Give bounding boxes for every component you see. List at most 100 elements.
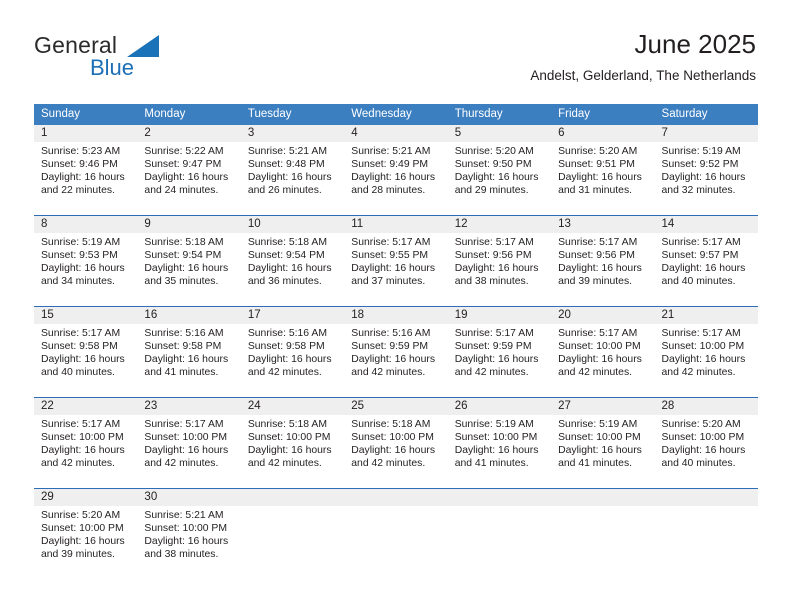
daylight-duration-line2: and 40 minutes. [661,275,736,287]
day-number: 3 [240,125,345,142]
weekday-header-wednesday: Wednesday [344,104,448,125]
calendar-week-row: 22 Sunrise: 5:17 AM Sunset: 10:00 PM Daylig… [34,397,758,484]
sunrise-sunset-calendar-table: Sunday Monday Tuesday Wednesday Thursday… [34,104,758,575]
sunset-time: Sunset: 9:46 PM [41,158,118,170]
calendar-week-row: 1 Sunrise: 5:23 AM Sunset: 9:46 PM Daylight… [34,125,758,211]
daylight-duration-line1: Daylight: 16 hours [351,171,436,183]
day-details: Sunrise: 5:23 AM Sunset: 9:46 PM Daylight:… [34,142,137,198]
calendar-day-cell[interactable]: 3 Sunrise: 5:21 AM Sunset: 9:48 PM Daylight… [240,125,345,211]
daylight-duration-line2: and 36 minutes. [247,275,322,287]
day-details: Sunrise: 5:17 AM Sunset: 9:56 PM Daylight:… [448,233,551,289]
logo-text-blue: Blue [90,55,135,80]
calendar-day-cell[interactable]: 22 Sunrise: 5:17 AM Sunset: 10:00 PM Daylig… [34,397,138,484]
calendar-day-cell[interactable]: 26 Sunrise: 5:19 AM Sunset: 10:00 PM Daylig… [447,397,552,484]
calendar-day-cell[interactable]: 1 Sunrise: 5:23 AM Sunset: 9:46 PM Daylight… [34,125,138,211]
calendar-day-cell[interactable]: 25 Sunrise: 5:18 AM Sunset: 10:00 PM Daylig… [344,397,448,484]
calendar-day-cell[interactable]: 23 Sunrise: 5:17 AM Sunset: 10:00 PM Daylig… [137,397,241,484]
sunset-time: Sunset: 9:47 PM [144,158,222,170]
day-details: Sunrise: 5:17 AM Sunset: 9:59 PM Daylight:… [448,324,551,380]
day-cell-inner: 25 Sunrise: 5:18 AM Sunset: 10:00 PM Daylig… [344,398,448,484]
daylight-duration-line2: and 26 minutes. [247,184,322,196]
sunrise-time: Sunrise: 5:18 AM [247,419,327,430]
calendar-empty-cell [447,488,552,575]
day-cell-inner: 7 Sunrise: 5:19 AM Sunset: 9:52 PM Daylight… [654,125,758,211]
general-blue-logo[interactable]: General Blue [34,32,214,84]
day-cell-inner: 5 Sunrise: 5:20 AM Sunset: 9:50 PM Daylight… [447,125,552,211]
calendar-day-cell[interactable]: 8 Sunrise: 5:19 AM Sunset: 9:53 PM Daylight… [34,215,138,302]
calendar-day-cell[interactable]: 21 Sunrise: 5:17 AM Sunset: 10:00 PM Daylig… [654,306,758,393]
calendar-day-cell[interactable]: 4 Sunrise: 5:21 AM Sunset: 9:49 PM Daylight… [344,125,448,211]
calendar-day-cell[interactable]: 12 Sunrise: 5:17 AM Sunset: 9:56 PM Dayligh… [447,215,552,302]
daylight-duration-line2: and 31 minutes. [558,184,633,196]
sunrise-time: Sunrise: 5:17 AM [454,237,534,248]
calendar-day-cell[interactable]: 19 Sunrise: 5:17 AM Sunset: 9:59 PM Dayligh… [447,306,552,393]
calendar-day-cell[interactable]: 28 Sunrise: 5:20 AM Sunset: 10:00 PM Daylig… [654,397,758,484]
daylight-duration-line2: and 41 minutes. [454,457,529,469]
calendar-day-cell[interactable]: 7 Sunrise: 5:19 AM Sunset: 9:52 PM Daylight… [654,125,758,211]
sunrise-time: Sunrise: 5:17 AM [661,328,741,339]
calendar-day-cell[interactable]: 10 Sunrise: 5:18 AM Sunset: 9:54 PM Dayligh… [240,215,345,302]
calendar-day-cell[interactable]: 20 Sunrise: 5:17 AM Sunset: 10:00 PM Daylig… [551,306,655,393]
day-details: Sunrise: 5:16 AM Sunset: 9:58 PM Daylight:… [137,324,240,380]
sunset-time: Sunset: 9:54 PM [247,249,325,261]
calendar-day-cell[interactable]: 16 Sunrise: 5:16 AM Sunset: 9:58 PM Dayligh… [137,306,241,393]
day-number: 17 [240,307,345,324]
sunrise-time: Sunrise: 5:21 AM [144,510,224,521]
day-number [240,489,345,506]
daylight-duration-line2: and 42 minutes. [41,457,115,469]
day-details: Sunrise: 5:17 AM Sunset: 10:00 PM Daylight… [137,415,240,471]
calendar-day-cell[interactable]: 2 Sunrise: 5:22 AM Sunset: 9:47 PM Daylight… [137,125,241,211]
day-number: 24 [240,398,345,415]
day-details: Sunrise: 5:17 AM Sunset: 9:56 PM Daylight:… [551,233,654,289]
day-cell-inner: 21 Sunrise: 5:17 AM Sunset: 10:00 PM Daylig… [654,307,758,393]
calendar-day-cell[interactable]: 15 Sunrise: 5:17 AM Sunset: 9:58 PM Dayligh… [34,306,138,393]
calendar-day-cell[interactable]: 29 Sunrise: 5:20 AM Sunset: 10:00 PM Daylig… [34,488,138,575]
daylight-duration-line1: Daylight: 16 hours [144,171,229,183]
day-details: Sunrise: 5:20 AM Sunset: 10:00 PM Daylight… [34,506,137,562]
sunrise-time: Sunrise: 5:21 AM [351,146,431,157]
sunset-time: Sunset: 10:00 PM [661,431,745,443]
day-cell-inner: 23 Sunrise: 5:17 AM Sunset: 10:00 PM Daylig… [137,398,241,484]
sunrise-time: Sunrise: 5:16 AM [351,328,431,339]
sunset-time: Sunset: 9:57 PM [661,249,739,261]
sunset-time: Sunset: 9:59 PM [454,340,532,352]
daylight-duration-line1: Daylight: 16 hours [351,262,436,274]
daylight-duration-line2: and 42 minutes. [144,457,219,469]
sunset-time: Sunset: 10:00 PM [144,522,228,534]
day-cell-inner: 16 Sunrise: 5:16 AM Sunset: 9:58 PM Dayligh… [137,307,241,393]
day-number: 1 [34,125,138,142]
sunset-time: Sunset: 9:48 PM [247,158,325,170]
calendar-day-cell[interactable]: 30 Sunrise: 5:21 AM Sunset: 10:00 PM Daylig… [137,488,241,575]
calendar-body: 1 Sunrise: 5:23 AM Sunset: 9:46 PM Daylight… [34,125,758,575]
day-details: Sunrise: 5:17 AM Sunset: 9:55 PM Daylight:… [344,233,447,289]
day-details: Sunrise: 5:20 AM Sunset: 10:00 PM Daylight… [655,415,758,471]
day-number: 12 [447,216,552,233]
sunset-time: Sunset: 10:00 PM [454,431,538,443]
day-cell-inner [551,489,655,575]
sunset-time: Sunset: 9:49 PM [351,158,429,170]
calendar-day-cell[interactable]: 24 Sunrise: 5:18 AM Sunset: 10:00 PM Daylig… [240,397,345,484]
sunset-time: Sunset: 10:00 PM [558,431,641,443]
weekday-header-saturday: Saturday [654,104,758,125]
sunrise-time: Sunrise: 5:18 AM [247,237,327,248]
sunset-time: Sunset: 10:00 PM [41,522,124,534]
sunset-time: Sunset: 9:56 PM [454,249,532,261]
calendar-header-row: Sunday Monday Tuesday Wednesday Thursday… [34,104,758,125]
calendar-empty-cell [240,488,345,575]
sunset-time: Sunset: 9:55 PM [351,249,429,261]
day-number: 23 [137,398,241,415]
calendar-day-cell[interactable]: 18 Sunrise: 5:16 AM Sunset: 9:59 PM Dayligh… [344,306,448,393]
calendar-day-cell[interactable]: 13 Sunrise: 5:17 AM Sunset: 9:56 PM Dayligh… [551,215,655,302]
calendar-day-cell[interactable]: 14 Sunrise: 5:17 AM Sunset: 9:57 PM Dayligh… [654,215,758,302]
day-details: Sunrise: 5:19 AM Sunset: 10:00 PM Daylight… [448,415,551,471]
sunrise-time: Sunrise: 5:17 AM [558,237,638,248]
calendar-day-cell[interactable]: 5 Sunrise: 5:20 AM Sunset: 9:50 PM Daylight… [447,125,552,211]
calendar-day-cell[interactable]: 11 Sunrise: 5:17 AM Sunset: 9:55 PM Dayligh… [344,215,448,302]
calendar-day-cell[interactable]: 9 Sunrise: 5:18 AM Sunset: 9:54 PM Daylight… [137,215,241,302]
calendar-day-cell[interactable]: 6 Sunrise: 5:20 AM Sunset: 9:51 PM Daylight… [551,125,655,211]
daylight-duration-line1: Daylight: 16 hours [41,444,125,456]
calendar-day-cell[interactable]: 27 Sunrise: 5:19 AM Sunset: 10:00 PM Daylig… [551,397,655,484]
calendar-day-cell[interactable]: 17 Sunrise: 5:16 AM Sunset: 9:58 PM Dayligh… [240,306,345,393]
sunrise-time: Sunrise: 5:19 AM [41,237,121,248]
sunset-time: Sunset: 9:59 PM [351,340,429,352]
